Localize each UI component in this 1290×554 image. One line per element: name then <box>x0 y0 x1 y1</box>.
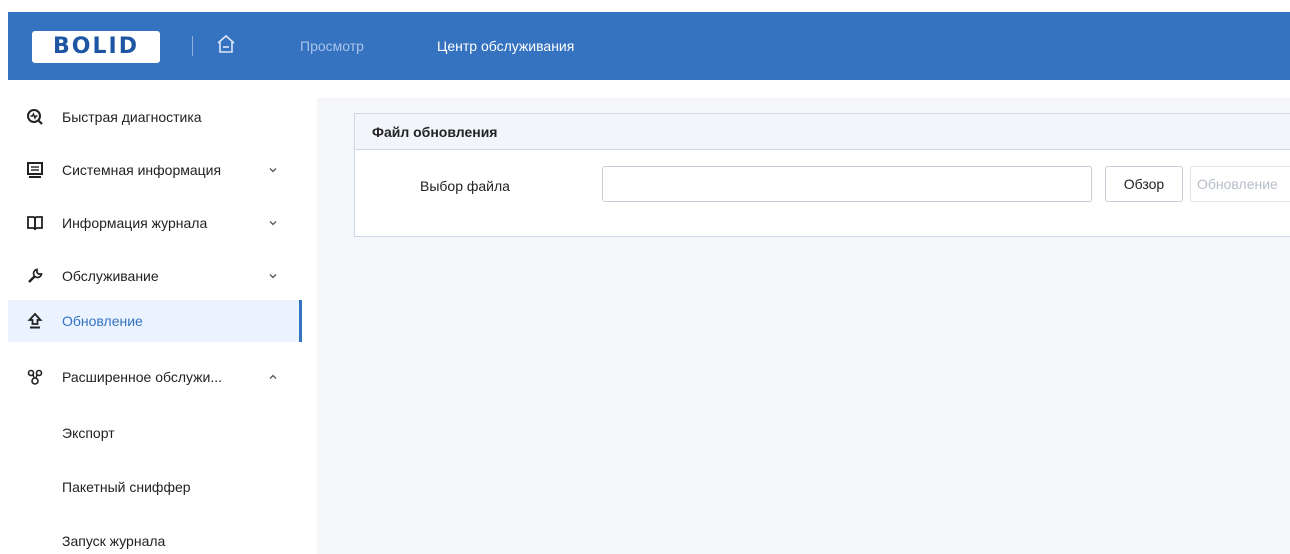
sidebar: Быстрая диагностика Системная информация… <box>8 88 317 554</box>
sidebar-item-label: Расширенное обслужи... <box>62 369 223 385</box>
advanced-maintenance-icon <box>27 369 43 385</box>
file-select-label: Выбор файла <box>420 178 510 194</box>
browse-button[interactable]: Обзор <box>1105 166 1183 202</box>
logo-text: BOLID <box>53 34 139 59</box>
update-button[interactable]: Обновление <box>1190 166 1290 202</box>
home-icon[interactable] <box>215 33 237 55</box>
chevron-up-icon[interactable] <box>267 371 279 383</box>
sidebar-item-label: Информация журнала <box>62 215 208 231</box>
sidebar-item-log-info[interactable]: Информация журнала <box>8 202 300 244</box>
sidebar-subitem-label: Пакетный сниффер <box>62 479 191 495</box>
sidebar-item-system-info[interactable]: Системная информация <box>8 149 300 191</box>
sidebar-item-quick-diagnostics[interactable]: Быстрая диагностика <box>8 96 300 138</box>
main-content: Файл обновления Выбор файла Обзор Обновл… <box>317 88 1290 554</box>
wrench-icon <box>28 268 43 283</box>
chevron-down-icon[interactable] <box>267 164 279 176</box>
top-bar: BOLID Просмотр Центр обслуживания <box>8 12 1290 80</box>
nav-service-center[interactable]: Центр обслуживания <box>437 34 574 58</box>
book-icon <box>27 216 43 231</box>
sidebar-item-maintenance[interactable]: Обслуживание <box>8 255 300 297</box>
content-top-strip <box>317 88 1290 98</box>
monitor-icon <box>27 162 43 178</box>
header-divider <box>192 36 193 56</box>
sidebar-item-label: Обновление <box>62 313 143 329</box>
sidebar-subitem-export[interactable]: Экспорт <box>62 415 292 451</box>
sidebar-item-label: Быстрая диагностика <box>62 109 202 125</box>
upload-arrow-icon <box>27 312 43 329</box>
chevron-down-icon[interactable] <box>267 217 279 229</box>
sidebar-item-update[interactable]: Обновление <box>8 300 302 342</box>
nav-view[interactable]: Просмотр <box>300 34 364 58</box>
bolid-logo[interactable]: BOLID <box>32 31 160 63</box>
sidebar-subitem-packet-sniffer[interactable]: Пакетный сниффер <box>62 469 292 505</box>
sidebar-item-advanced-maintenance[interactable]: Расширенное обслужи... <box>8 356 300 398</box>
update-file-panel: Файл обновления Выбор файла Обзор Обновл… <box>354 113 1290 237</box>
sidebar-subitem-log-launch[interactable]: Запуск журнала <box>62 523 292 554</box>
sidebar-subitem-label: Экспорт <box>62 425 115 441</box>
chevron-down-icon[interactable] <box>267 270 279 282</box>
panel-title: Файл обновления <box>355 114 1290 150</box>
diagnostics-icon <box>27 109 43 125</box>
sidebar-item-label: Системная информация <box>62 162 222 178</box>
sidebar-item-label: Обслуживание <box>62 268 159 284</box>
file-path-input[interactable] <box>602 166 1092 202</box>
sidebar-subitem-label: Запуск журнала <box>62 533 166 549</box>
